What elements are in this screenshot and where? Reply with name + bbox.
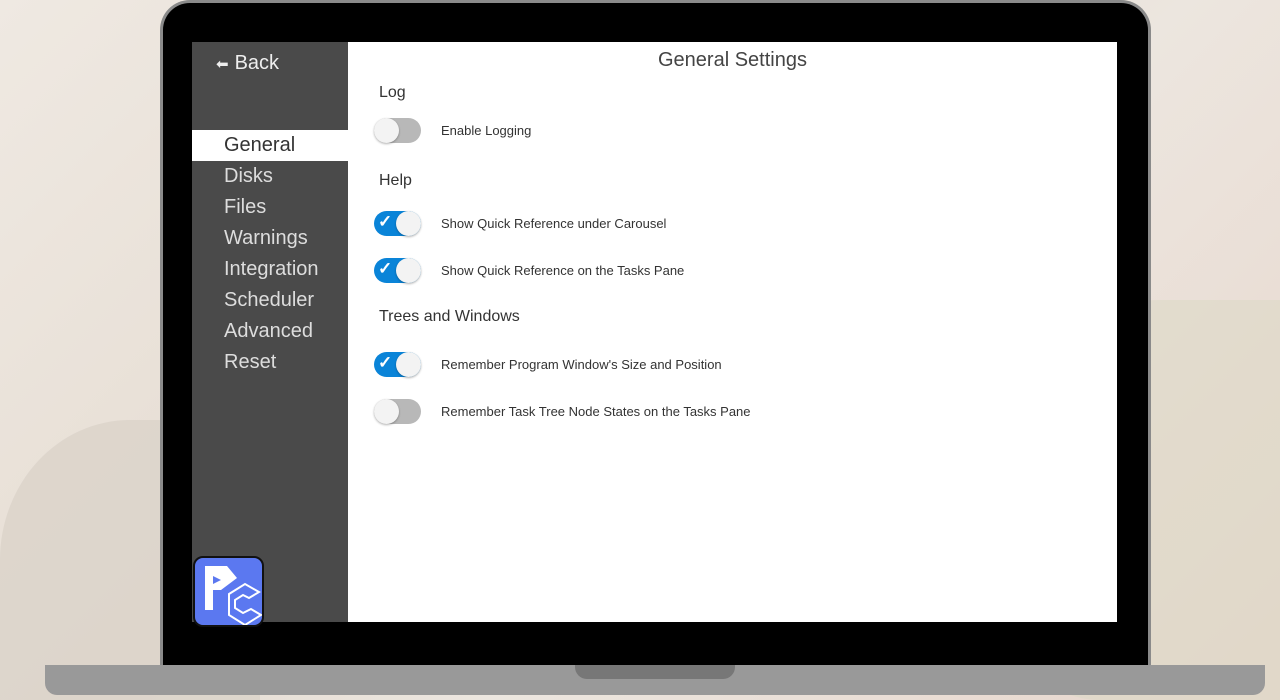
section-heading: Help xyxy=(379,172,412,189)
sidebar-item-files[interactable]: Files xyxy=(192,192,348,223)
setting-label: Remember Task Tree Node States on the Ta… xyxy=(441,404,751,419)
setting-label: Show Quick Reference on the Tasks Pane xyxy=(441,263,685,278)
toggle-switch[interactable]: ✓ xyxy=(374,211,421,236)
setting-row: ✓ Show Quick Reference under Carousel xyxy=(374,211,666,236)
settings-panel: General Settings Log Enable Logging Help ✓ S… xyxy=(348,42,1117,622)
toggle-knob xyxy=(374,399,399,424)
setting-row: Remember Task Tree Node States on the Ta… xyxy=(374,399,751,424)
check-icon: ✓ xyxy=(378,212,393,231)
sidebar-item-reset[interactable]: Reset xyxy=(192,347,348,378)
toggle-knob xyxy=(396,258,421,283)
toggle-switch[interactable]: ✓ xyxy=(374,352,421,377)
sidebar: ⬅ Back General Disks Files Warnings Integrati… xyxy=(192,42,348,627)
sidebar-item-scheduler[interactable]: Scheduler xyxy=(192,285,348,316)
app-logo xyxy=(193,556,264,627)
sidebar-item-integration[interactable]: Integration xyxy=(192,254,348,285)
sidebar-item-general[interactable]: General xyxy=(192,130,348,161)
back-button[interactable]: ⬅ Back xyxy=(216,52,279,75)
setting-row: Enable Logging xyxy=(374,118,531,143)
toggle-knob xyxy=(396,211,421,236)
setting-row: ✓ Remember Program Window's Size and Posi… xyxy=(374,352,722,377)
toggle-knob xyxy=(374,118,399,143)
back-label: Back xyxy=(234,52,280,74)
setting-row: ✓ Show Quick Reference on the Tasks Pane xyxy=(374,258,684,283)
sidebar-item-warnings[interactable]: Warnings xyxy=(192,223,348,254)
check-icon: ✓ xyxy=(378,353,393,372)
toggle-switch[interactable] xyxy=(374,118,421,143)
sidebar-item-disks[interactable]: Disks xyxy=(192,161,348,192)
arrow-left-icon: ⬅ xyxy=(216,55,229,73)
toggle-knob xyxy=(396,352,421,377)
setting-label: Remember Program Window's Size and Posit… xyxy=(441,357,722,372)
toggle-switch[interactable] xyxy=(374,399,421,424)
page-title: General Settings xyxy=(658,49,807,71)
sidebar-item-advanced[interactable]: Advanced xyxy=(192,316,348,347)
toggle-switch[interactable]: ✓ xyxy=(374,258,421,283)
setting-label: Show Quick Reference under Carousel xyxy=(441,216,667,231)
sidebar-nav: General Disks Files Warnings Integration Sche… xyxy=(192,130,348,378)
section-heading: Log xyxy=(379,84,406,101)
app-window: ⬅ Back General Disks Files Warnings Integrati… xyxy=(192,42,1117,627)
setting-label: Enable Logging xyxy=(441,123,532,138)
section-heading: Trees and Windows xyxy=(379,308,520,325)
laptop-notch xyxy=(575,665,735,679)
check-icon: ✓ xyxy=(378,259,393,278)
